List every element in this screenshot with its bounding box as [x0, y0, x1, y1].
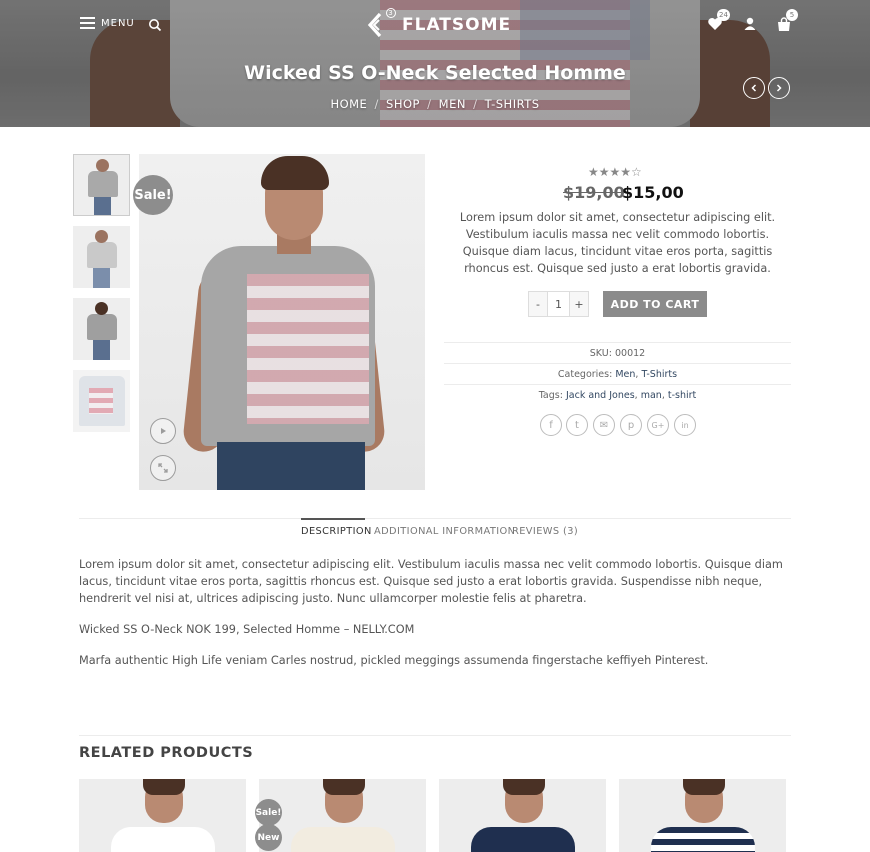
product-categories: Categories: Men, T-Shirts [557, 369, 678, 380]
star-rating[interactable]: ★★★★☆ [588, 165, 642, 179]
share-email-icon[interactable]: ✉ [593, 414, 615, 436]
description-paragraph: Lorem ipsum dolor sit amet, consectetur … [79, 558, 783, 605]
quantity-plus-button[interactable]: + [570, 292, 588, 316]
tabs-divider [79, 518, 791, 519]
tab-additional-information[interactable]: ADDITIONAL INFORMATION [374, 526, 515, 537]
share-linkedin-icon[interactable]: in [674, 414, 696, 436]
add-to-cart-button[interactable]: ADD TO CART [603, 291, 707, 317]
product-tags: Tags: Jack and Jones, man, t-shirt [538, 390, 697, 401]
account-button[interactable] [742, 16, 760, 34]
site-logo[interactable]: 3 FLATSOME [366, 8, 512, 40]
cart-button[interactable]: 5 [776, 9, 798, 34]
product-short-description: Lorem ipsum dolor sit amet, consectetur … [459, 211, 776, 275]
categories-label: Categories: [557, 369, 613, 380]
next-product-button[interactable] [768, 77, 790, 99]
active-tab-indicator [301, 518, 365, 520]
tab-reviews[interactable]: REVIEWS (3) [512, 526, 578, 537]
quantity-minus-button[interactable]: - [529, 292, 547, 316]
tab-description[interactable]: DESCRIPTION [301, 526, 372, 537]
related-product-card[interactable] [79, 779, 246, 852]
new-badge: New [255, 824, 282, 851]
related-product-card[interactable] [439, 779, 606, 852]
tag-link-jack-and-jones[interactable]: Jack and Jones [566, 390, 635, 401]
category-link-men[interactable]: Men [615, 369, 635, 380]
share-twitter-icon[interactable]: t [566, 414, 588, 436]
related-product-card[interactable] [619, 779, 786, 852]
chevron-right-icon [776, 84, 782, 92]
wishlist-button[interactable]: 24 [707, 9, 730, 34]
tags-label: Tags: [538, 390, 563, 401]
share-facebook-icon[interactable]: f [540, 414, 562, 436]
sku-label: SKU: [589, 348, 612, 359]
breadcrumb-separator: / [374, 97, 379, 111]
gallery-thumbnail-1[interactable] [73, 154, 130, 216]
related-divider [79, 735, 791, 736]
logo-mark-icon: 3 [366, 8, 396, 40]
expand-icon [158, 463, 168, 473]
sku-value: 00012 [614, 348, 646, 359]
previous-product-button[interactable] [743, 77, 765, 99]
product-sku: SKU: 00012 [444, 348, 791, 359]
menu-button[interactable]: MENU [80, 17, 135, 29]
gallery-thumbnail-4[interactable] [73, 370, 130, 432]
play-video-button[interactable] [150, 418, 176, 444]
breadcrumb-separator: / [473, 97, 478, 111]
breadcrumb: HOME / SHOP / MEN / T-SHIRTS [0, 97, 870, 111]
tag-link-man[interactable]: man [641, 390, 662, 401]
quantity-stepper[interactable]: - 1 + [528, 291, 589, 317]
divider [444, 363, 791, 364]
wishlist-count: 24 [717, 9, 730, 21]
category-link-tshirts[interactable]: T-Shirts [641, 369, 677, 380]
gallery-thumbnail-3[interactable] [73, 298, 130, 360]
breadcrumb-home[interactable]: HOME [330, 97, 367, 111]
price-new: $15,00 [622, 183, 684, 202]
share-google-plus-icon[interactable]: G+ [647, 414, 669, 436]
menu-label: MENU [101, 17, 135, 29]
description-paragraph: Marfa authentic High Life veniam Carles … [79, 654, 709, 667]
share-pinterest-icon[interactable]: p [620, 414, 642, 436]
price-old: $19,00 [563, 183, 625, 202]
zoom-button[interactable] [150, 455, 176, 481]
related-products-title: RELATED PRODUCTS [79, 745, 254, 761]
divider [444, 384, 791, 385]
sale-badge: Sale! [133, 175, 173, 215]
search-icon[interactable] [148, 17, 162, 32]
user-icon [744, 17, 756, 30]
gallery-thumbnail-2[interactable] [73, 226, 130, 288]
menu-icon [80, 17, 95, 29]
cart-count: 5 [786, 9, 798, 21]
product-main-image[interactable] [139, 154, 425, 490]
description-paragraph: Wicked SS O-Neck NOK 199, Selected Homme… [79, 623, 415, 636]
divider [444, 342, 791, 343]
chevron-left-icon [751, 84, 757, 92]
tag-link-tshirt[interactable]: t-shirt [668, 390, 696, 401]
sale-badge: Sale! [255, 799, 282, 826]
breadcrumb-men[interactable]: MEN [439, 97, 466, 111]
play-icon [161, 428, 166, 434]
logo-text: FLATSOME [402, 15, 512, 35]
logo-badge: 3 [386, 8, 396, 18]
breadcrumb-separator: / [427, 97, 432, 111]
related-product-card[interactable] [259, 779, 426, 852]
breadcrumb-tshirts[interactable]: T-SHIRTS [485, 97, 540, 111]
breadcrumb-shop[interactable]: SHOP [386, 97, 420, 111]
page-title: Wicked SS O-Neck Selected Homme [244, 62, 626, 84]
quantity-input[interactable]: 1 [547, 292, 570, 316]
